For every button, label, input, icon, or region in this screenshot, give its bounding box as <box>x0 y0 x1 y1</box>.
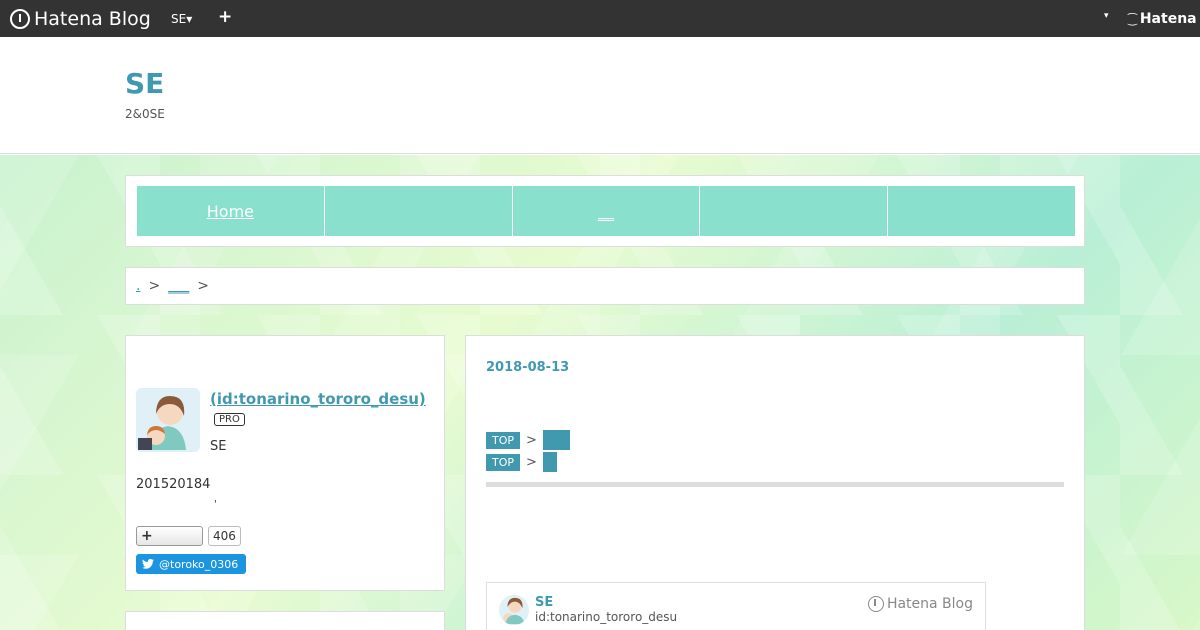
category-path-row: TOP > <box>486 430 570 450</box>
hatena-right-text: Hatena <box>1139 11 1197 27</box>
embed-avatar <box>499 595 529 625</box>
blog-switch-dropdown[interactable]: SE▾ <box>171 12 192 26</box>
profile-name-link[interactable]: (id:tonarino_tororo_desu) <box>210 390 426 408</box>
embedded-blog-card[interactable]: SE id:tonarino_tororo_desu Hatena Blog <box>486 582 986 630</box>
hatena-topbar: Hatena Blog SE▾ + ▾ ⁐ Hatena <box>0 0 1200 37</box>
twitter-bird-icon <box>142 559 154 569</box>
profile-role: SE <box>210 439 227 454</box>
profile-module: (id:tonarino_tororo_desu) PRO SE 2015201… <box>125 335 445 591</box>
hatena-logo-icon <box>867 596 884 612</box>
pro-badge: PRO <box>214 413 245 426</box>
global-nav: Home __ <box>125 175 1085 247</box>
profile-intro-text: 201520184 <box>136 477 211 492</box>
breadcrumb-separator: > <box>197 278 209 294</box>
breadcrumb-link-top[interactable]: . <box>136 278 140 294</box>
embed-hatena-logo: Hatena Blog <box>867 596 973 612</box>
hatena-brand-text: Hatena Blog <box>34 8 151 30</box>
new-entry-plus-icon[interactable]: + <box>218 7 232 27</box>
nav-item-4[interactable] <box>700 186 889 236</box>
twitter-handle: @toroko_0306 <box>159 557 239 571</box>
user-menu-caret-icon[interactable]: ▾ <box>1104 11 1109 21</box>
profile-avatar[interactable] <box>136 388 200 452</box>
nav-item-2[interactable] <box>324 186 513 236</box>
follow-button[interactable]: + <box>136 526 203 546</box>
blog-header: SE 2&0SE <box>0 37 1200 154</box>
sidebar-module-2 <box>125 611 445 630</box>
blog-description: 2&0SE <box>125 107 165 121</box>
follower-count: 406 <box>208 526 241 546</box>
hatena-logo-icon <box>10 9 30 29</box>
blog-title[interactable]: SE <box>125 67 164 100</box>
embed-blog-id: id:tonarino_tororo_desu <box>535 610 678 624</box>
embed-brand-text: Hatena Blog <box>886 596 973 612</box>
entry-divider <box>486 482 1064 487</box>
profile-mark: ' <box>214 499 217 510</box>
category-top-tag[interactable]: TOP <box>486 431 521 449</box>
breadcrumb-link-category[interactable]: ___ <box>168 278 189 294</box>
nav-item-5[interactable] <box>888 186 1075 236</box>
breadcrumb: . > ___ > <box>125 267 1085 305</box>
category-separator: > <box>526 454 537 470</box>
category-tag[interactable] <box>542 452 557 472</box>
nav-item-3[interactable]: __ <box>512 186 701 236</box>
breadcrumb-separator: > <box>148 278 161 294</box>
embed-blog-title[interactable]: SE <box>535 595 553 610</box>
category-top-tag[interactable]: TOP <box>486 453 521 471</box>
follow-plus-icon: + <box>141 528 153 544</box>
category-path-row: TOP > <box>486 452 557 472</box>
twitter-follow-button[interactable]: @toroko_0306 <box>136 554 246 574</box>
entry-date[interactable]: 2018-08-13 <box>486 360 569 375</box>
category-tag[interactable] <box>542 430 570 450</box>
hatena-mini-icon: ⁐ <box>1128 12 1137 26</box>
hatena-right-logo[interactable]: ⁐ Hatena <box>1128 11 1197 27</box>
nav-item-home[interactable]: Home <box>137 186 325 236</box>
category-separator: > <box>526 432 537 448</box>
hatena-blog-logo[interactable]: Hatena Blog <box>10 8 151 30</box>
